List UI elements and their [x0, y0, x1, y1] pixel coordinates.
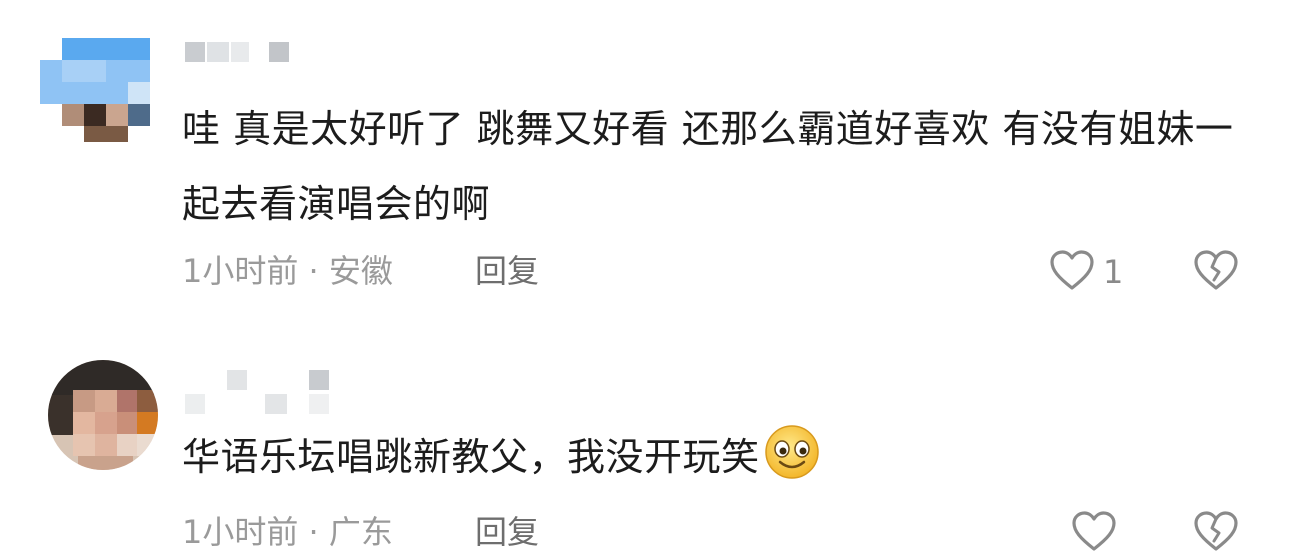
- reply-button[interactable]: 回复: [475, 246, 539, 296]
- avatar[interactable]: [48, 360, 158, 470]
- broken-heart-icon: [1194, 250, 1238, 290]
- like-count: 1: [1103, 253, 1124, 291]
- username[interactable]: [185, 40, 295, 64]
- dislike-button[interactable]: [1192, 247, 1240, 295]
- comment-time-location: 1小时前 · 安徽: [182, 252, 393, 290]
- comment-text-content: 华语乐坛唱跳新教父，我没开玩笑: [182, 435, 760, 479]
- reply-button[interactable]: 回复: [475, 507, 539, 557]
- comment-meta-row: 1小时前 · 安徽 回复 1: [182, 246, 1252, 296]
- heart-outline-icon: [1072, 511, 1116, 551]
- comment-item: 华语乐坛唱跳新教父，我没开玩笑 1小时前 · 广东 回复: [0, 355, 1290, 551]
- heart-outline-icon: [1050, 250, 1094, 290]
- username[interactable]: [185, 370, 335, 414]
- avatar[interactable]: [40, 38, 150, 148]
- comment-time-location: 1小时前 · 广东: [182, 513, 393, 551]
- smiling-face-emoji: [764, 424, 820, 505]
- broken-heart-icon: [1194, 511, 1238, 551]
- dislike-button[interactable]: [1192, 508, 1240, 556]
- comment-meta-row: 1小时前 · 广东 回复: [182, 507, 1252, 557]
- comment-item: 哇 真是太好听了 跳舞又好看 还那么霸道好喜欢 有没有姐妹一起去看演唱会的啊 1…: [0, 0, 1290, 330]
- comment-text: 哇 真是太好听了 跳舞又好看 还那么霸道好喜欢 有没有姐妹一起去看演唱会的啊: [182, 107, 1234, 226]
- comment-text: 华语乐坛唱跳新教父，我没开玩笑: [182, 420, 1252, 505]
